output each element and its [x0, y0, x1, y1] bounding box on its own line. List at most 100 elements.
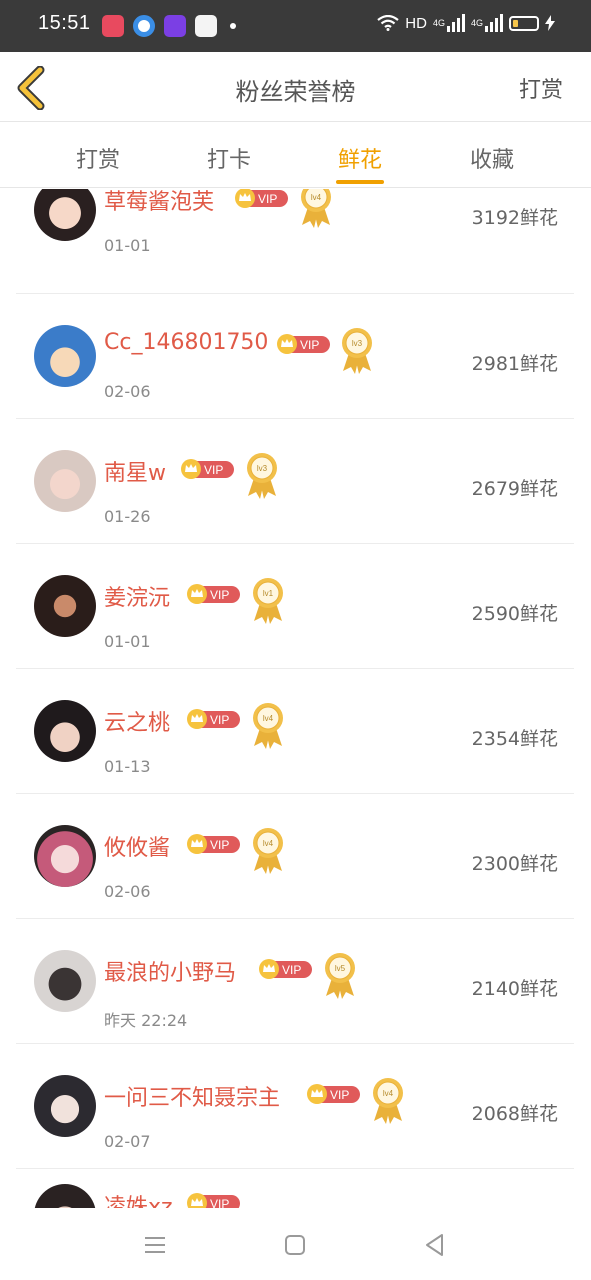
svg-text:lv3: lv3 [352, 339, 363, 348]
status-app-icons [102, 15, 236, 37]
vip-badge-icon: VIP [307, 1084, 360, 1104]
flower-count: 2679鲜花 [471, 478, 558, 500]
header-bar: 粉丝荣誉榜 打赏 [0, 52, 591, 122]
svg-text:lv5: lv5 [335, 964, 346, 973]
level-medal-icon: lv4 [301, 189, 331, 228]
svg-text:VIP: VIP [300, 338, 319, 352]
user-name[interactable]: 南星w [104, 455, 166, 487]
svg-text:lv4: lv4 [383, 1089, 394, 1098]
svg-text:VIP: VIP [210, 1197, 229, 1208]
browser-app-icon [133, 15, 155, 37]
list-item[interactable]: 南星w VIP lv3 01-26 2679鲜花 [16, 419, 574, 544]
level-medal-icon: lv3 [342, 328, 372, 374]
vip-badge-icon: VIP [259, 959, 312, 979]
wifi-icon [377, 15, 399, 31]
level-medal-icon: lv5 [325, 953, 355, 999]
level-medal-icon: lv1 [253, 578, 283, 624]
list-item[interactable]: Cc_146801750 VIP lv3 02-06 2981鲜花 [16, 294, 574, 419]
flower-count: 2140鲜花 [471, 978, 558, 1000]
menu-icon[interactable] [140, 1230, 170, 1260]
flower-count: 2068鲜花 [471, 1103, 558, 1125]
avatar[interactable] [34, 950, 96, 1012]
user-name[interactable]: 最浪的小野马 [104, 955, 236, 987]
level-medal-icon: lv4 [373, 1078, 403, 1124]
signal-bars-icon [485, 14, 503, 32]
level-medal-icon: lv4 [253, 828, 283, 874]
entry-date: 昨天 22:24 [104, 1011, 188, 1030]
tab-flowers[interactable]: 鲜花 [330, 142, 390, 174]
avatar[interactable] [34, 189, 96, 241]
vip-badge-icon: VIP [277, 334, 330, 354]
charging-bolt-icon [545, 15, 555, 31]
notification-dot-icon [230, 23, 236, 29]
list-item[interactable]: 攸攸酱 VIP lv4 02-06 2300鲜花 [16, 794, 574, 919]
svg-text:lv4: lv4 [311, 193, 322, 202]
signal-label-1: 4G [432, 18, 445, 28]
status-time: 15:51 [38, 12, 91, 34]
battery-icon [509, 15, 539, 31]
user-name[interactable]: 攸攸酱 [104, 830, 170, 862]
level-medal-icon: lv4 [253, 703, 283, 749]
flower-count: 2590鲜花 [471, 603, 558, 625]
svg-text:lv4: lv4 [263, 839, 274, 848]
avatar[interactable] [34, 575, 96, 637]
user-name[interactable]: 云之桃 [104, 705, 170, 737]
back-triangle-icon[interactable] [420, 1230, 450, 1260]
entry-date: 01-26 [104, 507, 151, 526]
svg-text:VIP: VIP [210, 713, 229, 727]
entry-date: 01-01 [104, 236, 151, 255]
svg-text:lv4: lv4 [263, 714, 274, 723]
user-name[interactable]: 凌姝xz [104, 1189, 173, 1208]
avatar[interactable] [34, 325, 96, 387]
home-square-icon[interactable] [280, 1230, 310, 1260]
svg-text:VIP: VIP [210, 838, 229, 852]
user-name[interactable]: 姜浣沅 [104, 580, 170, 612]
signal-bars-icon [446, 14, 465, 32]
level-medal-icon: lv3 [247, 453, 277, 499]
status-bar: 15:51 HD 4G 4G [0, 0, 591, 52]
avatar[interactable] [34, 825, 96, 887]
flower-count: 2300鲜花 [471, 853, 558, 875]
page-title: 粉丝荣誉榜 [235, 78, 356, 106]
list-item[interactable]: 凌姝xz VIP [16, 1169, 574, 1208]
svg-text:VIP: VIP [258, 192, 277, 206]
flower-count: 2354鲜花 [471, 728, 558, 750]
avatar[interactable] [34, 1184, 96, 1208]
active-tab-indicator [336, 180, 384, 184]
list-item[interactable]: 一问三不知聂宗主 VIP lv4 02-07 2068鲜花 [16, 1044, 574, 1169]
svg-text:VIP: VIP [282, 963, 301, 977]
entry-date: 02-06 [104, 882, 151, 901]
vip-badge-icon: VIP [235, 189, 288, 208]
tab-checkin[interactable]: 打卡 [199, 142, 259, 174]
ranking-list: 草莓酱泡芙 VIP lv4 01-01 3192鲜花 Cc_146801750 … [0, 189, 591, 1208]
vip-badge-icon: VIP [187, 584, 240, 604]
avatar[interactable] [34, 450, 96, 512]
vip-badge-icon: VIP [187, 709, 240, 729]
mail-app-icon [195, 15, 217, 37]
svg-text:lv1: lv1 [263, 589, 274, 598]
user-name[interactable]: Cc_146801750 [104, 330, 268, 355]
list-item[interactable]: 云之桃 VIP lv4 01-13 2354鲜花 [16, 669, 574, 794]
entry-date: 02-06 [104, 382, 151, 401]
vip-badge-icon: VIP [187, 834, 240, 854]
user-name[interactable]: 草莓酱泡芙 [104, 189, 214, 216]
tab-favorites[interactable]: 收藏 [462, 142, 522, 174]
entry-date: 01-01 [104, 632, 151, 651]
list-item[interactable]: 最浪的小野马 VIP lv5 昨天 22:24 2140鲜花 [16, 919, 574, 1044]
svg-text:VIP: VIP [330, 1088, 349, 1102]
svg-text:VIP: VIP [210, 588, 229, 602]
user-name[interactable]: 一问三不知聂宗主 [104, 1080, 280, 1112]
system-navigation-bar [0, 1208, 591, 1280]
vip-badge-icon: VIP [181, 459, 234, 479]
status-indicators: HD 4G 4G [377, 14, 555, 32]
svg-text:VIP: VIP [204, 463, 223, 477]
reward-button[interactable]: 打赏 [519, 72, 563, 104]
entry-date: 01-13 [104, 757, 151, 776]
tab-reward[interactable]: 打赏 [68, 142, 128, 174]
tab-bar: 打赏 打卡 鲜花 收藏 [0, 122, 591, 188]
hd-indicator: HD [405, 14, 427, 32]
avatar[interactable] [34, 700, 96, 762]
list-item[interactable]: 草莓酱泡芙 VIP lv4 01-01 3192鲜花 [16, 189, 574, 294]
avatar[interactable] [34, 1075, 96, 1137]
list-item[interactable]: 姜浣沅 VIP lv1 01-01 2590鲜花 [16, 544, 574, 669]
